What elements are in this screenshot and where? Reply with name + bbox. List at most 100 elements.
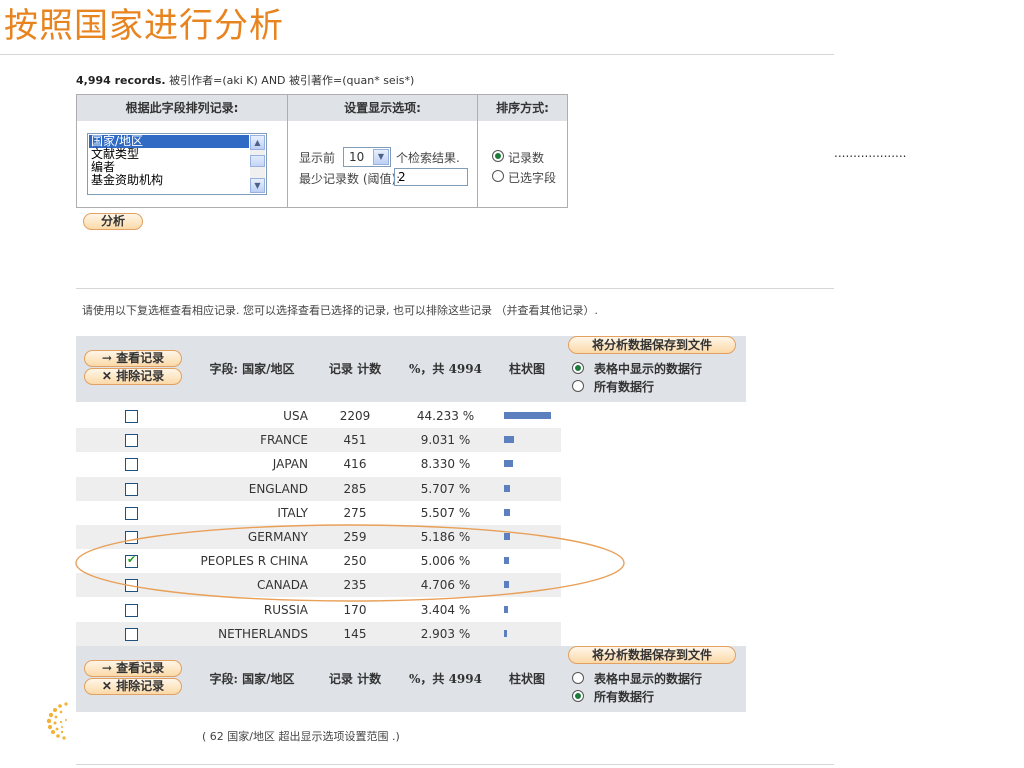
count-cell: 2209 [339, 409, 371, 423]
percent-column-header: %，共 4994 [409, 672, 482, 686]
country-cell: NETHERLANDS [218, 626, 308, 641]
row-checkbox[interactable] [125, 458, 138, 472]
save-all-rows-label: 所有数据行 [594, 380, 655, 394]
title-divider [0, 54, 834, 55]
row-checkbox[interactable] [125, 482, 138, 496]
chevron-down-icon[interactable]: ▼ [373, 149, 389, 165]
exclude-records-button[interactable]: ✕ 排除记录 [84, 368, 182, 385]
rank-field-header: 根据此字段排列记录: [77, 95, 287, 121]
scroll-down-icon[interactable]: ▼ [250, 178, 265, 193]
save-to-file-button[interactable]: 将分析数据保存到文件 [568, 646, 736, 664]
page-title: 按照国家进行分析 [4, 6, 284, 46]
view-records-button[interactable]: → 查看记录 [84, 350, 182, 367]
percent-cell: 5.006 % [420, 554, 471, 569]
table-row: NETHERLANDS 145 2.903 % [76, 621, 561, 646]
histogram-bar [504, 581, 509, 589]
percent-cell: 5.186 % [420, 530, 471, 544]
exclude-records-button[interactable]: ✕ 排除记录 [84, 678, 182, 695]
display-options-header: 设置显示选项: [288, 95, 477, 121]
count-cell: 250 [343, 554, 367, 569]
count-cell: 451 [343, 433, 367, 448]
sort-by-count-radio[interactable] [492, 150, 504, 162]
save-to-file-button[interactable]: 将分析数据保存到文件 [568, 336, 736, 354]
results-table: → 查看记录 ✕ 排除记录 字段: 国家/地区 记录 计数 %，共 4994 柱… [76, 336, 746, 766]
table-row: GERMANY 259 5.186 % [76, 525, 561, 549]
row-checkbox[interactable] [125, 553, 138, 569]
top-n-value: 10 [349, 150, 365, 164]
save-shown-rows-label: 表格中显示的数据行 [594, 672, 703, 686]
sort-by-header: 排序方式: [478, 95, 567, 121]
table-row: ENGLAND 285 5.707 % [76, 476, 561, 501]
table-row: JAPAN 416 8.330 % [76, 452, 561, 476]
view-records-button[interactable]: → 查看记录 [84, 660, 182, 677]
country-cell: USA [283, 409, 308, 423]
country-cell: PEOPLES R CHINA [200, 554, 308, 569]
analyze-button[interactable]: 分析 [83, 213, 143, 230]
row-checkbox[interactable] [125, 506, 138, 520]
row-checkbox[interactable] [125, 410, 138, 423]
instructions-text: 请使用以下复选框查看相应记录. 您可以选择查看已选择的记录, 也可以排除这些记录… [82, 304, 598, 317]
bottom-divider [76, 764, 834, 765]
show-top-suffix: 个检索结果. [396, 151, 460, 165]
histogram-bar [504, 629, 507, 637]
row-checkbox[interactable] [125, 434, 138, 448]
save-all-rows-radio[interactable] [572, 380, 584, 392]
bar-column-header: 柱状图 [508, 362, 545, 376]
count-cell: 285 [343, 481, 367, 496]
count-column-header: 记录 计数 [328, 362, 382, 376]
save-shown-rows-radio[interactable] [572, 672, 584, 684]
record-count: 4,994 records. [76, 74, 166, 87]
rank-field-listbox[interactable]: 国家/地区 文献类型 编者 基金资助机构 ▲ ▼ [87, 133, 267, 195]
percent-cell: 5.507 % [420, 505, 471, 520]
row-checkbox[interactable] [125, 603, 138, 617]
country-cell: RUSSIA [263, 602, 308, 617]
query-text: 被引作者=(aki K) AND 被引著作=(quan* seis*) [169, 74, 415, 87]
count-cell: 170 [343, 602, 367, 617]
row-checkbox[interactable] [125, 579, 138, 593]
country-cell: FRANCE [260, 433, 308, 448]
table-row: ITALY 275 5.507 % [76, 501, 561, 525]
percent-cell: 5.707 % [420, 481, 471, 496]
country-cell: GERMANY [247, 530, 308, 544]
show-top-prefix: 显示前 [299, 151, 336, 165]
save-shown-rows-radio[interactable] [572, 362, 584, 374]
percent-cell: 8.330 % [420, 457, 471, 472]
count-cell: 259 [343, 530, 367, 544]
column-divider [287, 95, 288, 207]
min-count-label: 最少记录数 (阈值): [299, 172, 401, 186]
field-column-header: 字段: 国家/地区 [209, 672, 295, 686]
table-row: PEOPLES R CHINA 250 5.006 % [76, 549, 561, 573]
listbox-scrollbar[interactable]: ▲ ▼ [250, 135, 265, 193]
query-summary: 4,994 records. 被引作者=(aki K) AND 被引著作=(qu… [76, 72, 414, 88]
column-divider [477, 95, 478, 207]
row-checkbox[interactable] [125, 531, 138, 544]
country-cell: ENGLAND [248, 481, 308, 496]
dotted-leader: ................... [834, 146, 907, 160]
percent-cell: 2.903 % [420, 626, 471, 641]
histogram-bar [504, 605, 508, 613]
analysis-options-panel: 根据此字段排列记录: 设置显示选项: 排序方式: 国家/地区 文献类型 编者 基… [76, 94, 568, 208]
listbox-option[interactable]: 基金资助机构 [89, 174, 249, 187]
sort-by-field-radio[interactable] [492, 170, 504, 182]
count-cell: 235 [343, 578, 367, 593]
top-n-select[interactable]: 10 ▼ [343, 147, 391, 167]
section-divider [76, 288, 834, 289]
histogram-bar [504, 412, 551, 419]
save-all-rows-radio[interactable] [572, 690, 584, 702]
scroll-up-icon[interactable]: ▲ [250, 135, 265, 150]
bar-column-header: 柱状图 [508, 672, 545, 686]
table-row: CANADA 235 4.706 % [76, 573, 561, 598]
count-cell: 145 [343, 626, 367, 641]
table-row: RUSSIA 170 3.404 % [76, 598, 561, 622]
row-checkbox[interactable] [125, 627, 138, 641]
count-column-header: 记录 计数 [328, 672, 382, 686]
percent-column-header: %，共 4994 [409, 362, 482, 376]
count-cell: 275 [343, 505, 367, 520]
histogram-bar [504, 436, 514, 444]
scroll-thumb[interactable] [250, 155, 265, 167]
table-header: → 查看记录 ✕ 排除记录 字段: 国家/地区 记录 计数 %，共 4994 柱… [76, 336, 746, 402]
min-count-input[interactable]: 2 [394, 168, 468, 186]
count-cell: 416 [343, 457, 367, 472]
country-cell: JAPAN [272, 457, 308, 472]
percent-cell: 9.031 % [420, 433, 471, 448]
